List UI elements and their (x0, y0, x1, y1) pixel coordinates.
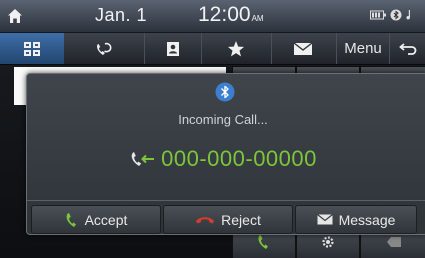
backspace-icon (386, 237, 401, 247)
phone-screen: Jan. 1 12:00AM Menu Incoming Call... 000… (0, 0, 425, 258)
accept-label: Accept (84, 211, 128, 228)
reject-button[interactable]: Reject (163, 205, 293, 234)
message-button[interactable]: Message (295, 205, 417, 234)
incoming-call-label: Incoming Call... (178, 112, 268, 127)
time-display: 12:00 (198, 3, 251, 26)
home-icon (8, 9, 22, 23)
call-actions: Accept Reject Message (27, 200, 425, 235)
back-icon (399, 42, 417, 55)
phone-tab-bar: Menu (0, 33, 425, 65)
caller-number: 000-000-00000 (161, 146, 317, 171)
bluetooth-icon (215, 82, 235, 102)
caller-info: 000-000-00000 (27, 146, 419, 172)
tab-recent-calls[interactable] (64, 33, 145, 64)
status-icons (370, 9, 416, 21)
gear-icon (322, 236, 334, 248)
message-icon (293, 41, 312, 55)
accept-button[interactable]: Accept (31, 205, 161, 234)
bluetooth-status-icon (390, 9, 402, 21)
tab-messages[interactable] (271, 33, 334, 64)
recent-calls-icon (97, 42, 112, 55)
ampm-indicator: AM (251, 14, 264, 23)
reject-label: Reject (221, 211, 261, 228)
tab-contacts[interactable] (144, 33, 202, 64)
battery-icon (370, 10, 386, 20)
tab-keypad[interactable] (0, 33, 64, 64)
menu-button[interactable]: Menu (336, 33, 389, 64)
envelope-icon (316, 214, 333, 225)
keypad-icon (24, 41, 40, 56)
home-button[interactable] (0, 0, 30, 32)
phone-icon (258, 235, 268, 249)
tab-favorites[interactable] (201, 33, 272, 64)
date-display: Jan. 1 (95, 5, 148, 25)
back-button[interactable] (389, 33, 425, 64)
contacts-icon (166, 41, 179, 56)
message-label: Message (338, 211, 396, 228)
reject-call-icon (196, 216, 215, 223)
audio-icon (406, 10, 411, 20)
clock: 12:00AM (198, 3, 264, 27)
incoming-call-icon (131, 152, 155, 166)
incoming-call-popup: Incoming Call... 000-000-00000 Accept Re… (26, 73, 425, 235)
status-bar: Jan. 1 12:00AM (0, 0, 425, 33)
star-icon (228, 40, 244, 56)
accept-call-icon (66, 212, 76, 227)
